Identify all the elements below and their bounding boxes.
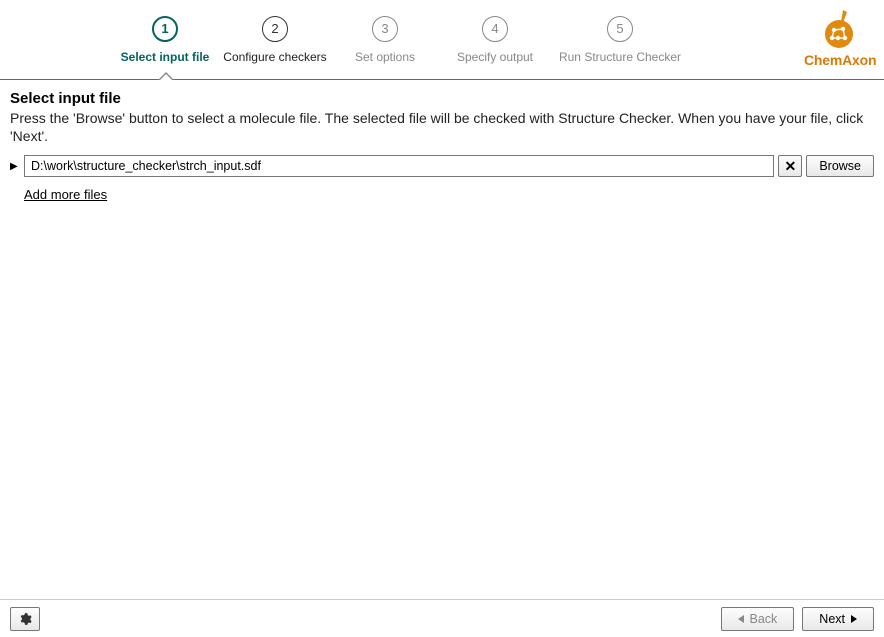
disclosure-triangle-icon[interactable]: ▶	[10, 161, 20, 172]
file-path-input[interactable]	[24, 155, 774, 177]
next-button[interactable]: Next	[802, 607, 874, 631]
step-5[interactable]: 5 Run Structure Checker	[550, 16, 690, 64]
step-4-circle: 4	[482, 16, 508, 42]
wizard-header: 1 Select input file 2 Configure checkers…	[0, 0, 884, 80]
gear-icon	[18, 612, 32, 626]
triangle-left-icon	[738, 615, 744, 623]
step-1-circle: 1	[152, 16, 178, 42]
brand-logo: ChemAxon	[804, 6, 874, 68]
browse-button[interactable]: Browse	[806, 155, 874, 177]
add-more-files-link[interactable]: Add more files	[24, 187, 107, 202]
wizard-steps: 1 Select input file 2 Configure checkers…	[0, 0, 884, 64]
triangle-right-icon	[851, 615, 857, 623]
step-4-label: Specify output	[440, 50, 550, 64]
step-2-circle: 2	[262, 16, 288, 42]
page-body: Select input file Press the 'Browse' but…	[0, 80, 884, 202]
file-row: ▶ ✕ Browse	[10, 155, 874, 177]
step-3[interactable]: 3 Set options	[330, 16, 440, 64]
close-icon: ✕	[784, 158, 796, 175]
step-3-label: Set options	[330, 50, 440, 64]
step-2-label: Configure checkers	[220, 50, 330, 64]
footer-bar: Back Next	[0, 599, 884, 637]
step-3-circle: 3	[372, 16, 398, 42]
active-step-pointer-icon	[158, 72, 174, 80]
next-label: Next	[819, 612, 845, 626]
step-5-label: Run Structure Checker	[550, 50, 690, 64]
step-2[interactable]: 2 Configure checkers	[220, 16, 330, 64]
step-1[interactable]: 1 Select input file	[110, 16, 220, 64]
back-button: Back	[721, 607, 795, 631]
settings-button[interactable]	[10, 607, 40, 631]
clear-file-button[interactable]: ✕	[778, 155, 802, 177]
chemaxon-logo-icon	[817, 6, 861, 50]
step-4[interactable]: 4 Specify output	[440, 16, 550, 64]
step-1-label: Select input file	[110, 50, 220, 64]
brand-name: ChemAxon	[804, 52, 874, 68]
page-instructions: Press the 'Browse' button to select a mo…	[10, 109, 874, 145]
step-5-circle: 5	[607, 16, 633, 42]
back-label: Back	[750, 612, 778, 626]
page-title: Select input file	[10, 90, 874, 107]
